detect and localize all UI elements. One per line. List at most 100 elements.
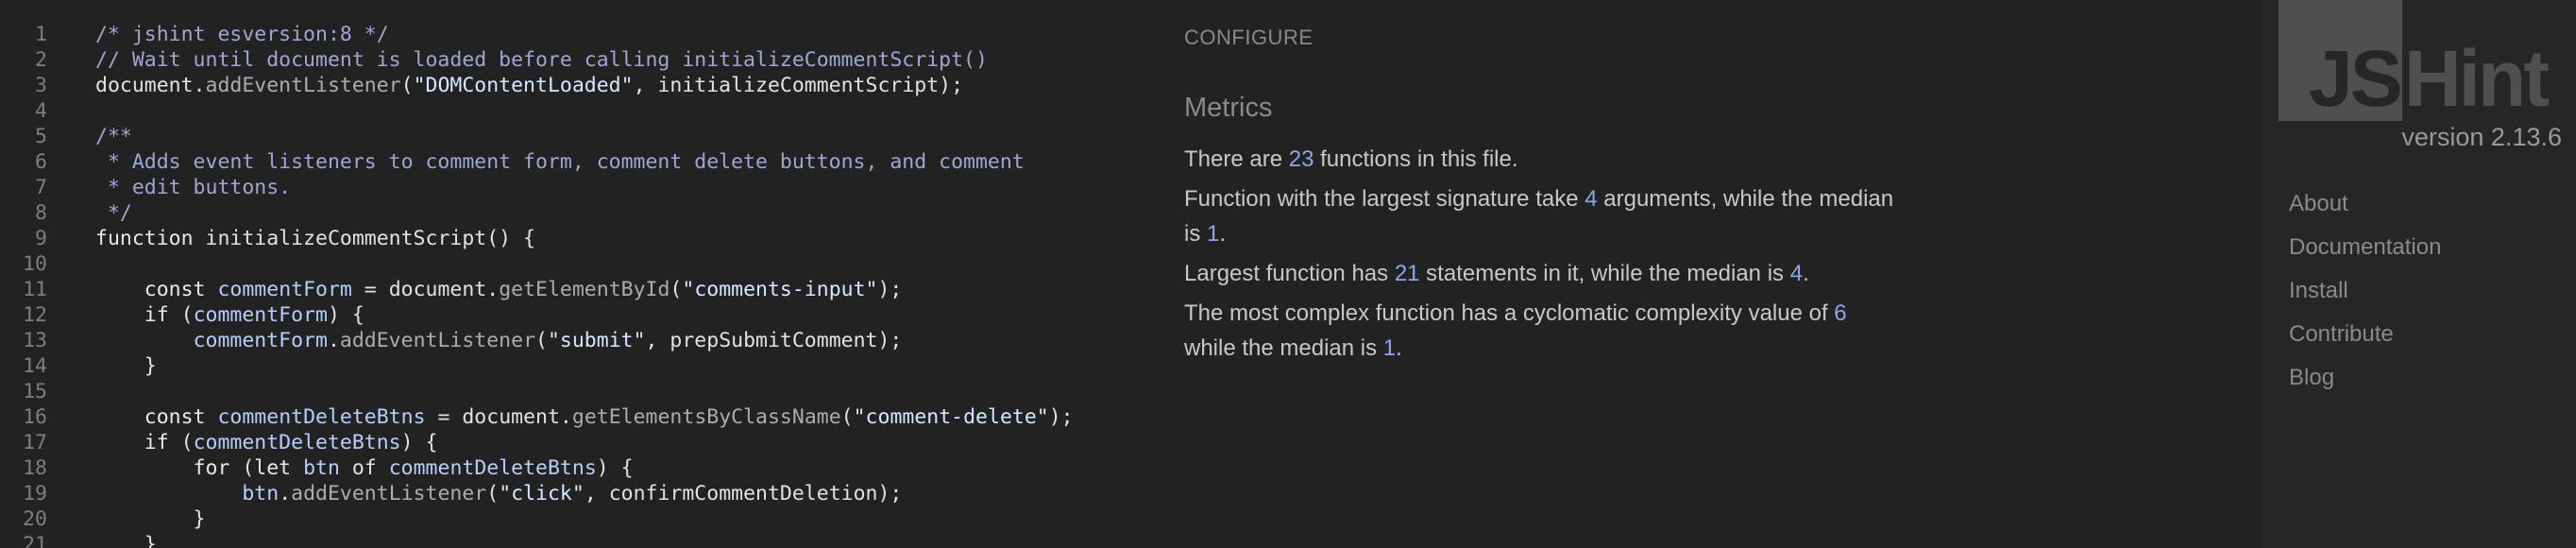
- nav-documentation[interactable]: Documentation: [2289, 231, 2441, 274]
- code-token: (: [486, 482, 500, 505]
- code-token: , confirmCommentDeletion);: [584, 482, 903, 505]
- code-token: commentDeleteBtns: [388, 456, 597, 480]
- line-number: 10: [23, 252, 47, 276]
- code-token: const: [144, 405, 206, 429]
- code-token: for: [193, 456, 230, 480]
- line-number: 1: [35, 23, 47, 46]
- code-token: , initializeCommentScript);: [633, 74, 964, 97]
- code-token: const: [144, 278, 206, 301]
- code-token: btn: [303, 456, 340, 480]
- code-line: function initializeCommentScript() {: [95, 226, 1143, 251]
- code-line: */: [95, 200, 1143, 226]
- configure-link[interactable]: CONFIGURE: [1184, 26, 1313, 50]
- code-token: commentForm: [193, 329, 328, 352]
- code-token: if: [144, 303, 169, 327]
- code-line: // Wait until document is loaded before …: [95, 47, 1143, 73]
- line-number: 6: [35, 150, 47, 174]
- line-number: 20: [23, 507, 47, 531]
- code-token: .: [327, 329, 340, 352]
- code-token: */: [95, 201, 132, 225]
- code-token: = document.: [351, 278, 500, 301]
- code-token: }: [95, 533, 157, 548]
- version-label: version 2.13.6: [2401, 123, 2562, 151]
- code-token: ) {: [400, 431, 438, 454]
- code-token: }: [95, 354, 157, 378]
- sidebar: JS Hint version 2.13.6 About Documentati…: [2261, 0, 2576, 548]
- code-token: of: [339, 456, 389, 480]
- code-token: "DOMContentLoaded": [413, 74, 634, 97]
- line-number: 17: [23, 431, 47, 454]
- code-token: if: [144, 431, 169, 454]
- max-complexity-value: 6: [1834, 300, 1847, 326]
- code-token: /* jshint esversion:8 */: [95, 23, 389, 46]
- code-token: initializeCommentScript() {: [193, 227, 536, 250]
- metric-function-count: There are 23 functions in this file.: [1184, 146, 1518, 172]
- nav-about[interactable]: About: [2289, 187, 2441, 231]
- code-token: addEventListener: [291, 482, 487, 505]
- code-token: );: [877, 278, 903, 301]
- code-area[interactable]: /* jshint esversion:8 */// Wait until do…: [95, 22, 1143, 548]
- largest-statements-value: 21: [1394, 261, 1420, 286]
- code-token: /**: [95, 125, 132, 148]
- line-number: 11: [23, 278, 47, 301]
- code-editor[interactable]: 1 2 3 4 5 6 7 8 9 10 11 12 13 14 15 16 17 18 19 20 21 /* jsh…: [0, 0, 1143, 548]
- code-line: const commentForm = document.getElementB…: [95, 277, 1143, 302]
- line-number: 16: [23, 405, 47, 429]
- code-token: * edit buttons.: [95, 176, 292, 199]
- code-line: }: [95, 506, 1143, 532]
- nav-contribute[interactable]: Contribute: [2289, 317, 2441, 361]
- code-line: }: [95, 532, 1143, 548]
- signature-median-value: 1: [1207, 221, 1220, 247]
- complexity-median-value: 1: [1382, 335, 1397, 361]
- code-token: (: [229, 456, 255, 480]
- code-token: let: [254, 456, 292, 480]
- code-token: (: [168, 303, 194, 327]
- sidebar-nav: About Documentation Install Contribute B…: [2289, 187, 2441, 404]
- code-line: }: [95, 353, 1143, 379]
- line-number: 4: [35, 99, 47, 123]
- code-token: addEventListener: [205, 74, 401, 97]
- line-number: 14: [23, 354, 47, 378]
- code-token: getElementsByClassName: [571, 405, 841, 429]
- report-panel: CONFIGURE Metrics There are 23 functions…: [1143, 0, 2261, 548]
- metric-signature: Function with the largest signature take…: [1184, 186, 1894, 247]
- code-token: (: [400, 74, 414, 97]
- line-number: 12: [23, 303, 47, 327]
- nav-blog[interactable]: Blog: [2289, 361, 2441, 404]
- code-token: commentForm: [193, 303, 328, 327]
- line-number: 2: [35, 48, 47, 72]
- line-number: 21: [23, 533, 47, 548]
- largest-signature-value: 4: [1585, 186, 1598, 212]
- code-line: for (let btn of commentDeleteBtns) {: [95, 455, 1143, 481]
- line-number: 3: [35, 74, 47, 97]
- code-token: "click": [499, 482, 585, 505]
- function-count-value: 23: [1288, 146, 1314, 172]
- code-token: );: [1048, 405, 1074, 429]
- code-token: "comment-delete": [853, 405, 1049, 429]
- code-token: getElementById: [499, 278, 670, 301]
- line-number: 7: [35, 176, 47, 199]
- code-token: .: [279, 482, 292, 505]
- code-token: (: [535, 329, 548, 352]
- line-number: 19: [23, 482, 47, 505]
- code-line: if (commentDeleteBtns) {: [95, 430, 1143, 455]
- code-line: document.addEventListener("DOMContentLoa…: [95, 73, 1143, 98]
- nav-install[interactable]: Install: [2289, 274, 2441, 317]
- code-token: document.: [95, 74, 206, 97]
- code-line: * Adds event listeners to comment form, …: [95, 149, 1143, 175]
- code-line: commentForm.addEventListener("submit", p…: [95, 328, 1143, 353]
- metrics-heading: Metrics: [1184, 93, 1273, 123]
- line-number: 8: [35, 201, 47, 225]
- line-number: 5: [35, 125, 47, 148]
- jshint-logo[interactable]: JS Hint: [2279, 0, 2562, 123]
